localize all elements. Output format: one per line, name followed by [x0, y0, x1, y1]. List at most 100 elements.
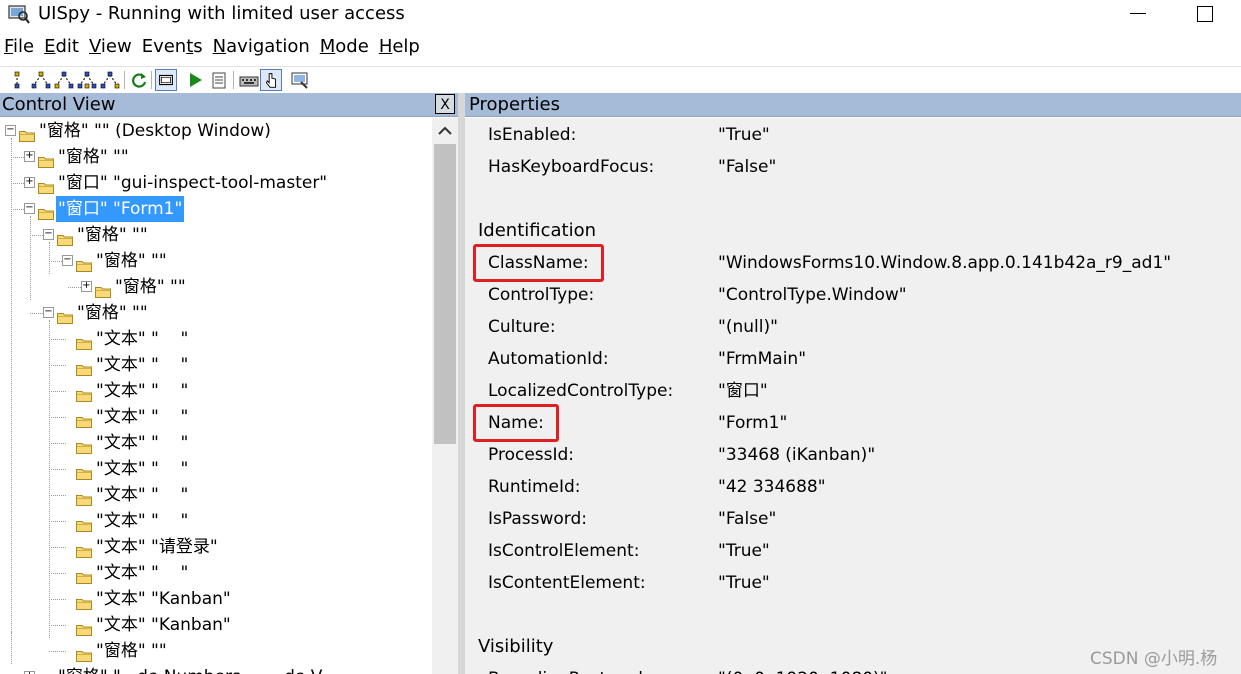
- property-row[interactable]: HasKeyboardFocus: "False": [465, 153, 1241, 181]
- tree-connector: [49, 573, 66, 574]
- collapse-minus-icon[interactable]: −: [43, 307, 54, 318]
- tree-item-label: "文本" " ": [96, 433, 189, 453]
- tree-item[interactable]: + "窗格" "": [0, 144, 432, 170]
- folder-icon: [76, 358, 92, 376]
- menu-item-text: ode: [335, 36, 369, 57]
- tree-item[interactable]: "文本" " ": [0, 326, 432, 352]
- refresh-icon[interactable]: [128, 69, 150, 91]
- menu-item[interactable]: Navigation: [208, 36, 315, 64]
- nav-last-child-icon[interactable]: [99, 69, 121, 91]
- keyboard-icon[interactable]: [238, 69, 260, 91]
- control-view-header: Control View X: [0, 93, 458, 117]
- minimize-button[interactable]: [1130, 13, 1146, 14]
- tree-item[interactable]: + "窗口" "gui-inspect-tool-master": [0, 170, 432, 196]
- tree-item[interactable]: − "窗格" "": [0, 222, 432, 248]
- scrollbar-thumb[interactable]: [434, 144, 456, 444]
- tree-item-label: "文本" " ": [96, 511, 189, 531]
- tree-vertical-scrollbar[interactable]: [432, 118, 458, 674]
- tree-item[interactable]: +"窗格" "...de Numbers... ... de V...: [0, 664, 432, 674]
- menu-item[interactable]: Edit: [39, 36, 84, 64]
- tree-item[interactable]: − "窗格" "" (Desktop Window): [0, 118, 432, 144]
- tree-item[interactable]: "文本" " ": [0, 560, 432, 586]
- tree-item-label: "文本" " ": [96, 485, 189, 505]
- property-row[interactable]: Culture: "(null)": [465, 313, 1241, 341]
- tree-connector: [49, 625, 66, 626]
- menu-item[interactable]: Mode: [315, 36, 374, 64]
- property-value: "(0, 0, 1920, 1080)": [718, 665, 888, 674]
- collapse-minus-icon[interactable]: −: [43, 229, 54, 240]
- property-value: "窗口": [718, 381, 768, 401]
- highlight-icon[interactable]: [289, 69, 311, 91]
- expand-plus-icon[interactable]: +: [24, 151, 35, 162]
- property-row[interactable]: IsEnabled: "True": [465, 121, 1241, 149]
- tree-connector: [30, 216, 31, 300]
- tree-item[interactable]: "文本" " ": [0, 404, 432, 430]
- toolbar-separator: [124, 71, 125, 89]
- properties-icon[interactable]: [208, 69, 230, 91]
- tree-item[interactable]: "文本" " ": [0, 482, 432, 508]
- nav-parent-icon[interactable]: [6, 69, 28, 91]
- tree-item[interactable]: "文本" " ": [0, 430, 432, 456]
- control-tree[interactable]: − "窗格" "" (Desktop Window) + "窗格" "" + "窗口" "…: [0, 118, 432, 674]
- properties-title: Properties: [469, 94, 560, 115]
- property-name: IsControlElement:: [488, 541, 640, 561]
- toolbar: [0, 66, 1241, 93]
- folder-icon: [76, 540, 92, 558]
- folder-icon: [76, 410, 92, 428]
- property-name: ProcessId:: [488, 445, 575, 465]
- tree-item-label: "文本" " ": [96, 563, 189, 583]
- expand-plus-icon[interactable]: +: [81, 281, 92, 292]
- collapse-minus-icon[interactable]: −: [24, 203, 35, 214]
- tree-item[interactable]: − "窗格" "": [0, 248, 432, 274]
- menu-item[interactable]: Help: [374, 36, 425, 64]
- property-row[interactable]: LocalizedControlType: "窗口": [465, 377, 1241, 405]
- property-row[interactable]: Name: "Form1": [465, 409, 1241, 437]
- menu-accelerator-key: M: [319, 36, 336, 57]
- property-row[interactable]: AutomationId: "FrmMain": [465, 345, 1241, 373]
- collapse-minus-icon[interactable]: −: [5, 125, 16, 136]
- tree-item[interactable]: "文本" " ": [0, 378, 432, 404]
- hover-icon[interactable]: [260, 69, 282, 91]
- property-value: "(null)": [718, 317, 778, 337]
- collapse-minus-icon[interactable]: −: [62, 255, 73, 266]
- menu-item[interactable]: Events: [137, 36, 208, 64]
- tree-item-label: "窗格" "": [96, 251, 167, 271]
- tree-item[interactable]: "文本" " ": [0, 508, 432, 534]
- property-value: "False": [718, 509, 777, 529]
- scroll-up-arrow-icon[interactable]: [436, 123, 454, 139]
- property-name: RuntimeId:: [488, 477, 581, 497]
- tree-item[interactable]: "文本" "Kanban": [0, 612, 432, 638]
- tree-item[interactable]: "文本" "Kanban": [0, 586, 432, 612]
- tree-item[interactable]: + "窗格" "": [0, 274, 432, 300]
- tree-item[interactable]: "文本" " ": [0, 352, 432, 378]
- tree-item[interactable]: "窗格" "": [0, 638, 432, 664]
- nav-prev-sibling-icon[interactable]: [76, 69, 98, 91]
- maximize-button[interactable]: [1197, 6, 1213, 22]
- property-value: "True": [718, 125, 770, 145]
- property-row[interactable]: ProcessId: "33468 (iKanban)": [465, 441, 1241, 469]
- property-row[interactable]: IsPassword: "False": [465, 505, 1241, 533]
- nav-next-sibling-icon[interactable]: [53, 69, 75, 91]
- nav-first-child-icon[interactable]: [30, 69, 52, 91]
- tree-item[interactable]: "文本" " ": [0, 456, 432, 482]
- play-icon[interactable]: [184, 69, 206, 91]
- close-pane-button[interactable]: X: [435, 94, 455, 114]
- expand-plus-icon[interactable]: +: [24, 177, 35, 188]
- tree-connector: [49, 547, 66, 548]
- pane-splitter[interactable]: [458, 93, 465, 674]
- property-row[interactable]: RuntimeId: "42 334688": [465, 473, 1241, 501]
- focus-tracking-icon[interactable]: [155, 69, 177, 91]
- property-row[interactable]: IsControlElement: "True": [465, 537, 1241, 565]
- folder-icon: [76, 462, 92, 480]
- property-row[interactable]: ControlType: "ControlType.Window": [465, 281, 1241, 309]
- menu-item-text: Even: [141, 36, 187, 57]
- folder-icon: [95, 280, 111, 298]
- tree-item[interactable]: − "窗格" "": [0, 300, 432, 326]
- tree-item[interactable]: − "窗口" "Form1": [0, 196, 432, 222]
- tree-item[interactable]: "文本" "请登录": [0, 534, 432, 560]
- property-row[interactable]: IsContentElement: "True": [465, 569, 1241, 597]
- property-name: IsEnabled:: [488, 125, 577, 145]
- menu-item[interactable]: View: [84, 36, 137, 64]
- menu-item[interactable]: File: [0, 36, 39, 64]
- tree-connector: [11, 632, 12, 664]
